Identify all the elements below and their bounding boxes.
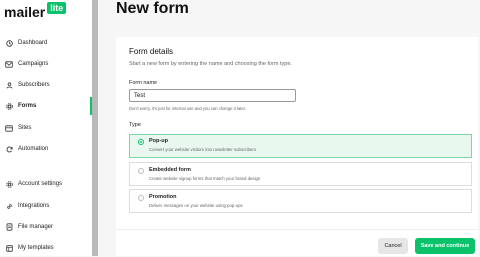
option-description: Deliver messages on your website using p… xyxy=(149,203,243,208)
link-icon xyxy=(5,202,13,210)
sidebar-item-label: My templates xyxy=(18,245,54,251)
radio-unselected[interactable] xyxy=(138,195,144,201)
sidebar-item-subscribers[interactable]: Subscribers xyxy=(0,76,92,94)
gear-icon xyxy=(5,102,13,110)
sidebar-item-automation[interactable]: Automation xyxy=(0,140,92,158)
divider xyxy=(116,229,478,230)
type-option-popup[interactable]: Pop-up Convert your website visitors int… xyxy=(129,134,472,158)
sidebar-item-label: Forms xyxy=(18,103,37,109)
sidebar-item-sites[interactable]: Sites xyxy=(0,119,92,137)
sidebar-item-integrations[interactable]: Integrations xyxy=(0,197,92,215)
sidebar-scrollbar[interactable] xyxy=(92,0,98,256)
sidebar-item-file-manager[interactable]: File manager xyxy=(0,218,92,236)
radio-selected[interactable] xyxy=(138,139,144,145)
mail-icon xyxy=(5,60,13,68)
option-title: Pop-up xyxy=(149,138,168,144)
sidebar: mailer lite Dashboard Campaigns Subscrib… xyxy=(0,0,92,256)
sidebar-item-label: File manager xyxy=(18,224,54,230)
settings-icon xyxy=(5,180,13,188)
sidebar-item-label: Subscribers xyxy=(18,82,50,88)
form-name-input[interactable]: Test xyxy=(129,89,296,102)
radio-unselected[interactable] xyxy=(138,168,144,174)
template-icon xyxy=(5,244,13,252)
sidebar-item-forms[interactable]: Forms xyxy=(0,97,92,115)
sidebar-item-account-settings[interactable]: Account settings xyxy=(0,175,92,193)
form-name-value: Test xyxy=(134,92,146,99)
file-icon xyxy=(5,223,13,231)
refresh-icon xyxy=(5,145,13,153)
page-title: New form xyxy=(116,0,189,17)
logo-text: mailer xyxy=(4,4,46,20)
sidebar-item-label: Account settings xyxy=(18,181,63,187)
option-title: Embedded form xyxy=(149,167,191,173)
user-icon xyxy=(5,81,13,89)
type-label: Type xyxy=(129,122,141,128)
sidebar-item-label: Automation xyxy=(18,146,49,152)
save-and-continue-button[interactable]: Save and continue xyxy=(415,238,475,254)
sidebar-item-label: Integrations xyxy=(18,203,50,209)
option-description: Create website signup forms that match y… xyxy=(149,176,261,181)
card-subtitle: Start a new form by entering the name an… xyxy=(129,61,292,67)
cancel-button[interactable]: Cancel xyxy=(378,238,408,254)
card-title: Form details xyxy=(129,47,174,56)
logo-badge: lite xyxy=(47,2,67,14)
form-name-label: Form name xyxy=(129,80,158,86)
option-description: Convert your website visitors into newsl… xyxy=(149,147,256,152)
form-name-helper: Don't worry, it's just for internal use … xyxy=(129,106,246,111)
type-option-promotion[interactable]: Promotion Deliver messages on your websi… xyxy=(129,189,472,213)
sidebar-item-dashboard[interactable]: Dashboard xyxy=(0,34,92,52)
sites-icon xyxy=(5,124,13,132)
sidebar-item-label: Campaigns xyxy=(18,61,49,67)
sidebar-item-my-templates[interactable]: My templates xyxy=(0,239,92,257)
logo[interactable]: mailer lite xyxy=(4,2,67,20)
type-option-embedded[interactable]: Embedded form Create website signup form… xyxy=(129,162,472,186)
clock-icon xyxy=(5,39,13,47)
option-title: Promotion xyxy=(149,194,177,200)
sidebar-item-label: Sites xyxy=(18,125,32,131)
sidebar-item-campaigns[interactable]: Campaigns xyxy=(0,55,92,73)
form-details-card: Form details Start a new form by enterin… xyxy=(116,37,478,256)
sidebar-item-label: Dashboard xyxy=(18,40,48,46)
